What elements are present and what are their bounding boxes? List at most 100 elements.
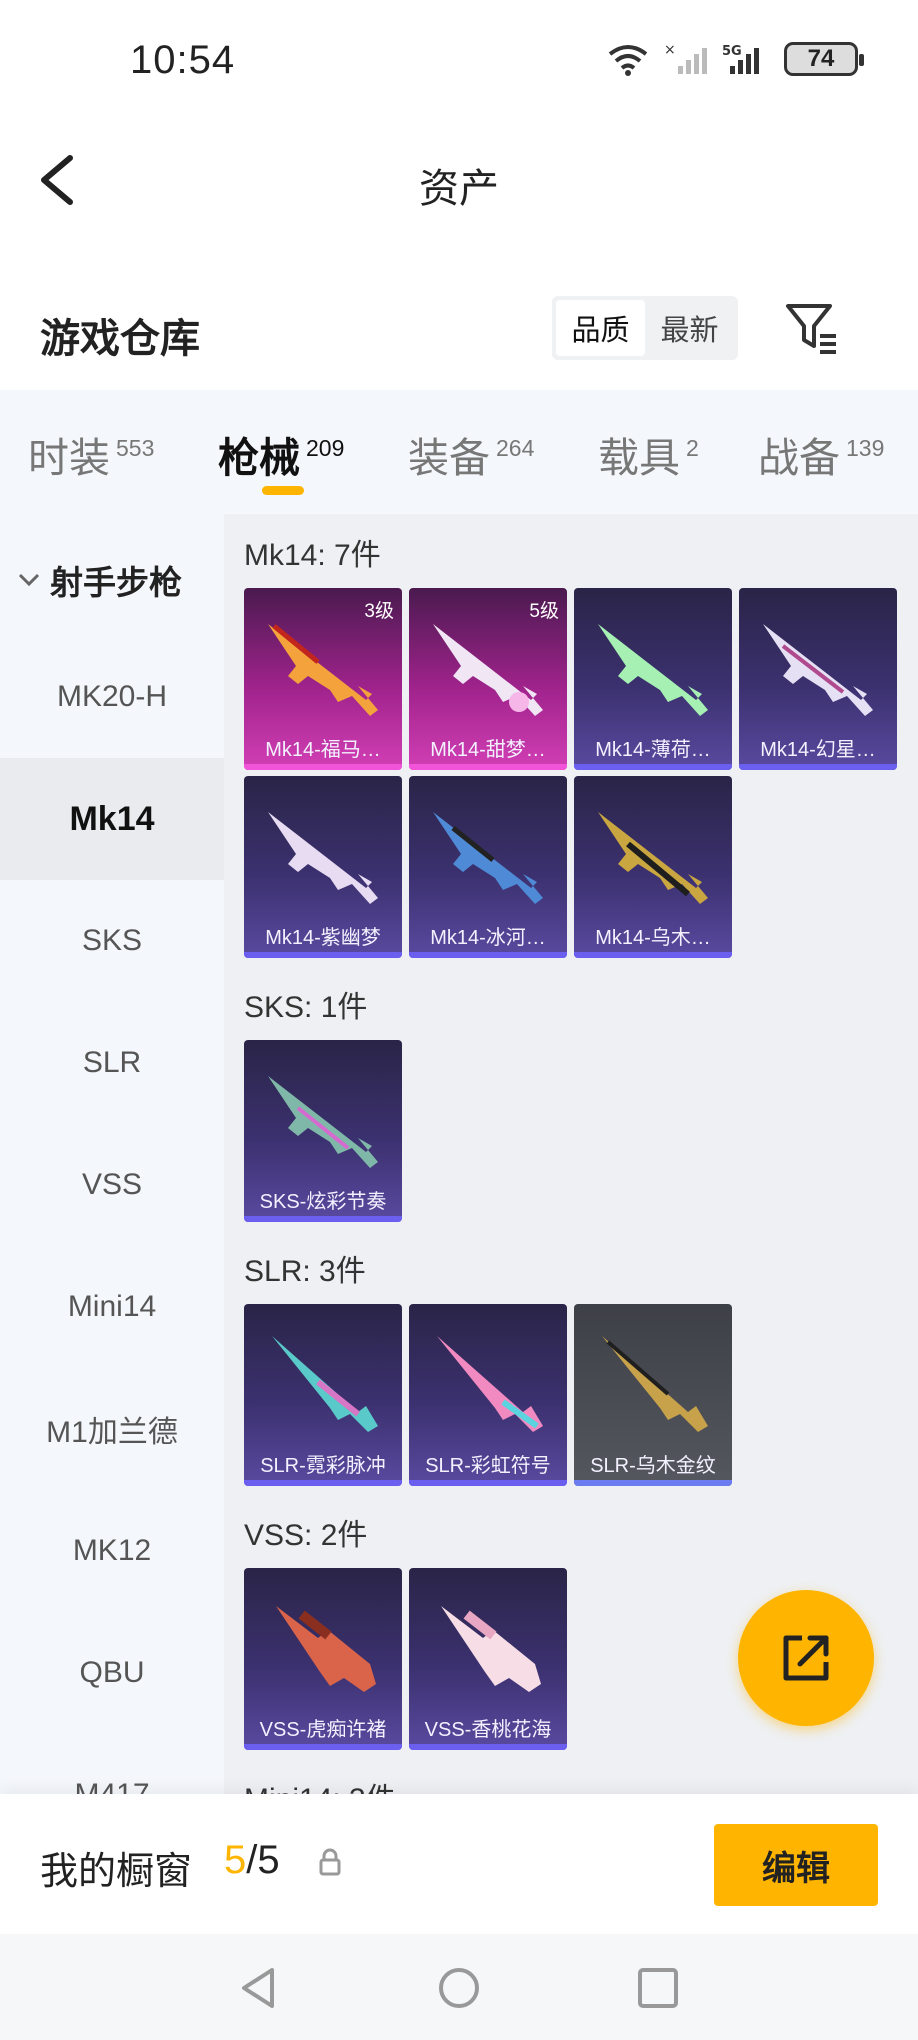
section-title-vss: VSS: 2件 [244,1519,368,1552]
rarity-bar [409,764,567,770]
sidebar-item-mk20h[interactable]: MK20-H [0,636,224,758]
share-icon [783,1635,829,1681]
weapon-tile[interactable]: VSS-香桃花海 [409,1568,567,1750]
page-title: 资产 [419,167,499,211]
item-name: Mk14-薄荷… [595,739,711,761]
rarity-bar [244,1480,402,1486]
section-title-mini14: Mini14: 3件 [244,1774,396,1794]
rarity-bar [574,764,732,770]
svg-text:5G: 5G [722,44,742,59]
rifle-icon [598,624,708,716]
weapon-tile[interactable]: SLR-霓彩脉冲 [244,1304,402,1486]
rifle-icon [268,624,378,716]
rifle-icon [602,1336,708,1432]
system-nav-bar [0,1934,918,2040]
tab-vehicles[interactable]: 载具 2 [598,424,699,484]
weapon-tile[interactable]: Mk14-幻星… [739,588,897,770]
battery-indicator: 74 [784,42,864,76]
rarity-bar [409,952,567,958]
weapon-tile[interactable]: Mk14-冰河… [409,776,567,958]
tab-fashion[interactable]: 时装 553 [28,424,154,484]
rifle-icon [268,1076,378,1168]
weapon-tile[interactable]: Mk14-紫幽梦 [244,776,402,958]
status-time: 10:54 [130,38,236,82]
rifle-icon [441,1606,541,1692]
weapon-tile[interactable]: 3级 Mk14-福马… [244,588,402,770]
item-name: Mk14-幻星… [760,739,876,761]
weapon-tile[interactable]: SKS-炫彩节奏 [244,1040,402,1222]
sidebar-item-vss[interactable]: VSS [0,1124,224,1246]
status-icons: × 5G 74 [606,42,864,76]
rifle-icon [268,812,378,904]
signal-off-icon: × [664,42,707,74]
rarity-bar [409,1744,567,1750]
sidebar-item-mini14[interactable]: Mini14 [0,1246,224,1368]
rarity-bar [244,1216,402,1222]
item-name: Mk14-紫幽梦 [265,927,381,949]
rifle-icon [763,624,873,716]
svg-text:×: × [664,42,676,58]
category-tabs: 时装 553 枪械 209 装备 264 载具 2 战备 139 [0,390,918,514]
showcase-count: 5/5 [224,1838,280,1882]
nav-back-icon[interactable] [236,1964,284,2012]
chevron-down-icon [18,573,40,587]
item-name: SLR-霓彩脉冲 [260,1455,386,1477]
showcase-label: 我的橱窗 [40,1851,193,1893]
rarity-bar [574,952,732,958]
sort-latest-button[interactable]: 最新 [645,300,734,356]
warehouse-header: 游戏仓库 品质 最新 [0,270,918,390]
active-tab-indicator [262,486,304,495]
nav-recent-icon[interactable] [634,1964,682,2012]
weapon-tile[interactable]: VSS-虎痴许褚 [244,1568,402,1750]
item-name: VSS-虎痴许褚 [259,1719,387,1741]
section-title-slr: SLR: 3件 [244,1255,366,1288]
weapon-tile[interactable]: Mk14-薄荷… [574,588,732,770]
lock-icon [319,1848,341,1876]
tab-firearms[interactable]: 枪械 209 [218,424,344,484]
wifi-icon [608,45,648,76]
tab-equipment[interactable]: 装备 264 [408,424,534,484]
item-name: Mk14-冰河… [430,927,546,949]
sidebar-item-qbu[interactable]: QBU [0,1612,224,1734]
section-title-sks: SKS: 1件 [244,991,368,1024]
rarity-bar [739,764,897,770]
rifle-icon [433,624,543,716]
status-bar: 10:54 × 5G 74 [0,0,918,120]
rarity-bar [244,952,402,958]
edit-button[interactable]: 编辑 [714,1824,878,1906]
weapon-type-sidebar: 射手步枪 MK20-H Mk14 SKS SLR VSS Mini14 M1加兰… [0,514,224,1794]
level-badge: 5级 [529,601,559,622]
weapon-tile[interactable]: SLR-彩虹符号 [409,1304,567,1486]
section-title-mk14: Mk14: 7件 [244,539,381,572]
rifle-icon [598,812,708,904]
tab-battle-gear[interactable]: 战备 139 [758,424,884,484]
weapon-tile[interactable]: 5级 Mk14-甜梦… [409,588,567,770]
filter-icon[interactable] [784,300,840,356]
sort-toggle: 品质 最新 [552,296,738,360]
sidebar-item-mk14[interactable]: Mk14 [0,758,224,880]
rifle-icon [437,1336,543,1432]
rifle-icon [276,1606,376,1692]
rarity-bar [244,1744,402,1750]
item-name: Mk14-乌木… [595,927,711,949]
item-name: VSS-香桃花海 [424,1719,552,1741]
item-name: SLR-彩虹符号 [425,1455,551,1477]
nav-home-icon[interactable] [435,1964,483,2012]
rarity-bar [244,764,402,770]
item-name: Mk14-福马… [265,739,381,761]
share-button[interactable] [738,1590,874,1726]
sidebar-item-m417[interactable]: M417 [0,1734,224,1794]
showcase-bar: 我的橱窗 5/5 编辑 [0,1794,918,1934]
sidebar-item-m1-garand[interactable]: M1加兰德 [0,1368,224,1490]
sidebar-item-slr[interactable]: SLR [0,1002,224,1124]
sidebar-group-marksman[interactable]: 射手步枪 [16,556,182,604]
signal-5g-icon: 5G [722,44,759,74]
weapon-tile[interactable]: Mk14-乌木… [574,776,732,958]
sort-quality-button[interactable]: 品质 [556,300,645,356]
item-name: SKS-炫彩节奏 [259,1191,387,1213]
rifle-icon [433,812,543,904]
sidebar-item-sks[interactable]: SKS [0,880,224,1002]
weapon-tile[interactable]: SLR-乌木金纹 [574,1304,732,1486]
app-header: 资产 [0,120,918,240]
sidebar-item-mk12[interactable]: MK12 [0,1490,224,1612]
